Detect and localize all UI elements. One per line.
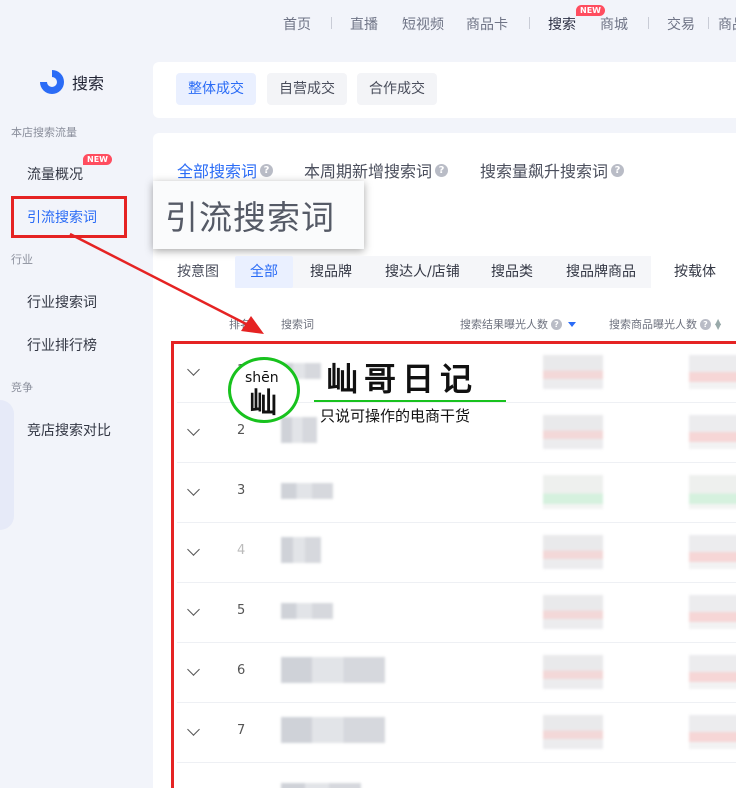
header-keyword: 搜索词 bbox=[281, 318, 314, 331]
sort-desc-icon[interactable] bbox=[568, 321, 576, 327]
intent-brand-product[interactable]: 搜品牌商品 bbox=[566, 256, 636, 288]
sidebar-logo: 搜索 bbox=[40, 70, 104, 94]
header-product-exposure[interactable]: 搜索商品曝光人数? ▲ ▼ bbox=[609, 316, 721, 332]
nav-separator bbox=[331, 17, 332, 29]
seg-all-transactions[interactable]: 整体成交 bbox=[176, 73, 256, 105]
watermark-pinyin: shēn bbox=[245, 370, 279, 386]
sidebar-item-competitor[interactable]: 竞店搜索对比 bbox=[27, 420, 111, 440]
zoom-callout: 引流搜索词 bbox=[153, 181, 364, 249]
watermark-char: 屾 bbox=[249, 386, 278, 419]
nav-separator bbox=[648, 17, 649, 29]
sidebar-title: 搜索 bbox=[72, 74, 105, 93]
help-icon[interactable]: ? bbox=[551, 318, 562, 330]
sidebar-new-badge: NEW bbox=[83, 154, 112, 165]
sort-icon[interactable]: ▲ ▼ bbox=[715, 318, 721, 331]
nav-product[interactable]: 商品 bbox=[718, 14, 736, 34]
intent-filter-label: 按意图 bbox=[177, 264, 219, 280]
transaction-type-card: 整体成交 自营成交 合作成交 bbox=[153, 62, 736, 118]
tab-new-keywords-label: 本周期新增搜索词 bbox=[304, 162, 433, 181]
nav-short-video[interactable]: 短视频 bbox=[402, 14, 444, 34]
header-product-exposure-label: 搜索商品曝光人数 bbox=[609, 318, 697, 331]
help-icon[interactable]: ? bbox=[611, 163, 625, 177]
watermark-underline bbox=[314, 400, 506, 402]
tab-new-keywords[interactable]: 本周期新增搜索词? bbox=[304, 158, 449, 182]
nav-separator bbox=[708, 17, 709, 29]
intent-category[interactable]: 搜品类 bbox=[491, 256, 533, 288]
help-icon[interactable]: ? bbox=[260, 163, 274, 177]
intent-influencer-store[interactable]: 搜达人/店铺 bbox=[385, 256, 460, 288]
sidebar-item-overview[interactable]: 流量概况 bbox=[27, 164, 83, 184]
help-icon[interactable]: ? bbox=[700, 318, 711, 330]
tab-surging-keywords[interactable]: 搜索量飙升搜索词? bbox=[480, 158, 625, 182]
search-logo-icon bbox=[40, 70, 64, 94]
table-header: 排名 搜索词 搜索结果曝光人数? 搜索商品曝光人数? ▲ ▼ bbox=[177, 308, 736, 338]
header-rank[interactable]: 排名 bbox=[229, 316, 251, 332]
sidebar-collapse-handle[interactable] bbox=[0, 400, 14, 530]
nav-trade[interactable]: 交易 bbox=[667, 14, 695, 34]
tab-all-keywords[interactable]: 全部搜索词? bbox=[177, 158, 274, 182]
header-search-exposure-label: 搜索结果曝光人数 bbox=[460, 318, 548, 331]
intent-all[interactable]: 全部 bbox=[235, 256, 293, 288]
intent-brand[interactable]: 搜品牌 bbox=[310, 256, 352, 288]
carrier-filter-label[interactable]: 按载体 bbox=[674, 256, 716, 288]
nav-product-card[interactable]: 商品卡 bbox=[466, 14, 508, 34]
nav-home[interactable]: 首页 bbox=[283, 14, 311, 34]
sidebar-group-competition: 竞争 bbox=[11, 381, 33, 394]
intent-options: 全部 搜品牌 搜达人/店铺 搜品类 搜品牌商品 bbox=[235, 256, 651, 288]
zoom-callout-label: 引流搜索词 bbox=[165, 198, 335, 237]
seg-partner-transactions[interactable]: 合作成交 bbox=[357, 73, 437, 105]
nav-separator bbox=[529, 17, 530, 29]
sidebar-item-industry-keywords[interactable]: 行业搜索词 bbox=[27, 292, 97, 312]
sidebar-group-industry: 行业 bbox=[11, 253, 33, 266]
keywords-highlight-box bbox=[11, 196, 127, 238]
help-icon[interactable]: ? bbox=[435, 163, 449, 177]
nav-live[interactable]: 直播 bbox=[350, 14, 378, 34]
tab-all-keywords-label: 全部搜索词 bbox=[177, 162, 258, 181]
sidebar-group-traffic: 本店搜索流量 bbox=[11, 126, 77, 139]
tab-surging-keywords-label: 搜索量飙升搜索词 bbox=[480, 162, 609, 181]
seg-self-transactions[interactable]: 自营成交 bbox=[267, 73, 347, 105]
nav-search[interactable]: 搜索 bbox=[548, 14, 576, 34]
watermark-subtitle: 只说可操作的电商干货 bbox=[320, 407, 471, 425]
sidebar: 搜索 本店搜索流量 流量概况 NEW 引流搜索词 行业 行业搜索词 行业排行榜 … bbox=[0, 46, 152, 788]
sidebar-item-industry-rank[interactable]: 行业排行榜 bbox=[27, 335, 97, 355]
watermark-title: 屾哥日记 bbox=[326, 360, 479, 398]
watermark: shēn 屾 屾哥日记 只说可操作的电商干货 bbox=[228, 357, 518, 427]
header-search-exposure[interactable]: 搜索结果曝光人数? bbox=[460, 316, 576, 332]
intent-filter-bar: 按意图 全部 搜品牌 搜达人/店铺 搜品类 搜品牌商品 按载体 bbox=[153, 256, 736, 290]
nav-mall[interactable]: 商城 bbox=[600, 14, 628, 34]
top-nav: 首页 直播 短视频 商品卡 搜索 NEW 商城 交易 商品 bbox=[0, 0, 736, 46]
watermark-circle-logo: shēn 屾 bbox=[228, 357, 300, 423]
